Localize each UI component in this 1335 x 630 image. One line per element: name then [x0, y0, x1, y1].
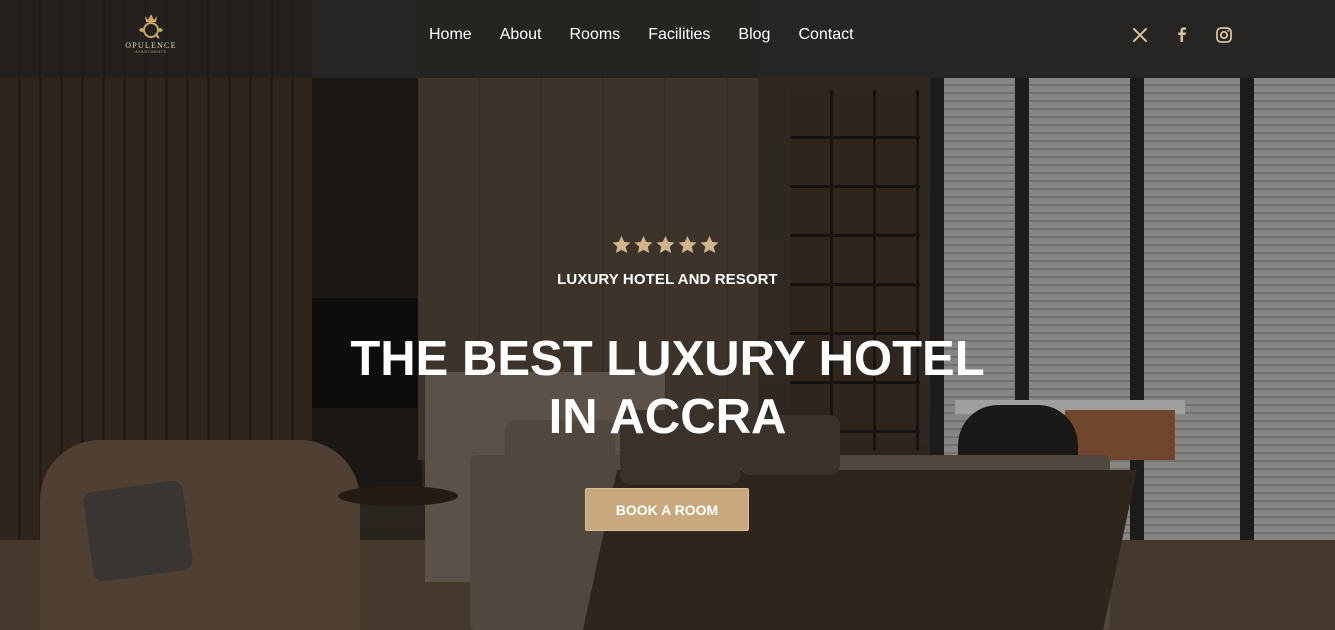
rating-stars	[612, 236, 719, 254]
book-a-room-button[interactable]: BOOK A ROOM	[585, 488, 749, 531]
star-icon	[656, 236, 675, 254]
hero-section: LUXURY HOTEL AND RESORT THE BEST LUXURY …	[0, 0, 1335, 630]
hero-title-line-2: IN ACCRA	[548, 390, 787, 444]
hero-title: THE BEST LUXURY HOTEL IN ACCRA	[0, 330, 1335, 446]
star-icon	[634, 236, 653, 254]
star-icon	[700, 236, 719, 254]
star-icon	[612, 236, 631, 254]
star-icon	[678, 236, 697, 254]
hero-title-line-1: THE BEST LUXURY HOTEL	[350, 332, 985, 386]
hero-eyebrow: LUXURY HOTEL AND RESORT	[557, 271, 778, 288]
